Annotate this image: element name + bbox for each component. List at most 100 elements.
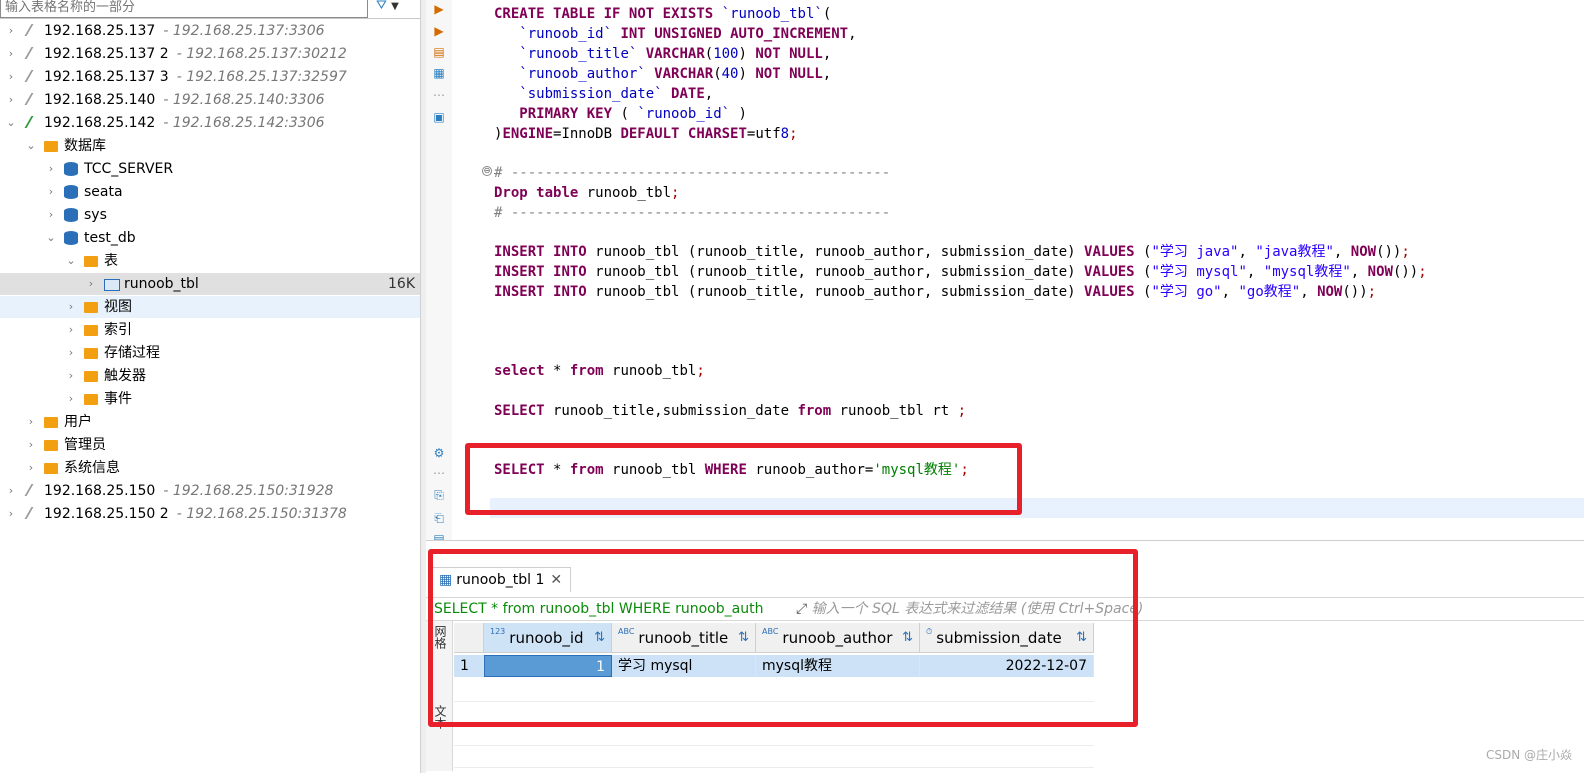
code-line: `submission_date` DATE, (519, 86, 714, 102)
chevron-right-icon[interactable]: › (26, 457, 36, 479)
text-view-tab[interactable]: 文本 (432, 705, 449, 729)
code-line: CREATE TABLE IF NOT EXISTS `runoob_tbl`( (494, 6, 832, 22)
result-tab[interactable]: ▦ runoob_tbl 1 ✕ (430, 567, 572, 592)
tree-folder-events[interactable]: › 事件 (0, 388, 420, 410)
chevron-right-icon[interactable]: › (66, 296, 76, 318)
chevron-right-icon[interactable]: › (66, 388, 76, 410)
tree-folder-sysinfo[interactable]: › 系统信息 (0, 457, 420, 479)
chevron-right-icon[interactable]: › (26, 434, 36, 456)
chevron-down-icon[interactable]: ⌄ (46, 227, 56, 249)
table-cell[interactable]: mysql教程 (756, 655, 920, 677)
empty-row (454, 745, 1094, 768)
sql-editor[interactable]: ⊖ CREATE TABLE IF NOT EXISTS `runoob_tbl… (452, 0, 1584, 520)
more-icon[interactable]: ⋯ (432, 88, 446, 102)
chevron-right-icon[interactable]: › (66, 319, 76, 341)
execute-script-icon[interactable]: ▤ (432, 45, 446, 59)
expand-icon[interactable]: ⤢ (796, 601, 807, 617)
editor-gutter (452, 0, 490, 520)
folder-icon (84, 371, 98, 382)
text-type-icon: ABC (762, 627, 779, 636)
tree-database[interactable]: › sys (0, 204, 420, 226)
connection-icon (24, 93, 40, 105)
chevron-right-icon[interactable]: › (6, 43, 16, 65)
tree-item-label: 192.168.25.142 (44, 115, 156, 131)
chevron-right-icon[interactable]: › (6, 503, 16, 525)
import-icon[interactable]: ⎗ (432, 511, 446, 525)
connection-icon (24, 47, 40, 59)
chevron-right-icon[interactable]: › (6, 480, 16, 502)
tree-folder-indexes[interactable]: › 索引 (0, 319, 420, 341)
sort-filter-icon[interactable]: ⇅ (1076, 623, 1087, 653)
filter-dropdown-button[interactable]: ⛛ ▼ (376, 0, 420, 16)
settings-icon[interactable]: ⚙ (432, 446, 446, 460)
table-cell[interactable]: 学习 mysql (612, 655, 756, 677)
fold-toggle-icon[interactable]: ⊖ (482, 166, 492, 176)
tree-item-label: 192.168.25.137 (44, 23, 156, 39)
tree-connection[interactable]: › 192.168.25.150 - 192.168.25.150:31928 (0, 480, 420, 502)
tree-folder-users[interactable]: › 用户 (0, 411, 420, 433)
tree-connection[interactable]: › 192.168.25.137 3 - 192.168.25.137:32597 (0, 66, 420, 88)
chevron-right-icon[interactable]: › (46, 158, 56, 180)
tree-database[interactable]: ⌄ test_db (0, 227, 420, 249)
tree-folder-tables[interactable]: ⌄ 表 (0, 250, 420, 272)
execute-new-tab-icon[interactable]: ▶ (432, 24, 446, 38)
chevron-right-icon[interactable]: › (86, 273, 96, 295)
tree-folder-databases[interactable]: ⌄ 数据库 (0, 135, 420, 157)
export-icon[interactable]: ⎘ (432, 488, 446, 502)
explain-plan-icon[interactable]: ▦ (432, 66, 446, 80)
column-header[interactable]: ABC runoob_title ⇅ (612, 623, 756, 653)
close-icon[interactable]: ✕ (550, 572, 562, 588)
sort-filter-icon[interactable]: ⇅ (738, 623, 749, 653)
row-number[interactable]: 1 (454, 655, 484, 677)
folder-icon (84, 394, 98, 405)
table-filter-input[interactable] (0, 0, 368, 18)
terminal-icon[interactable]: ▣ (432, 110, 446, 124)
tree-table-selected[interactable]: › runoob_tbl 16K (0, 273, 420, 295)
chevron-right-icon[interactable]: › (66, 342, 76, 364)
chevron-right-icon[interactable]: › (26, 411, 36, 433)
tree-connection[interactable]: › 192.168.25.140 - 192.168.25.140:3306 (0, 89, 420, 111)
chevron-right-icon[interactable]: › (6, 20, 16, 42)
result-filter-input[interactable]: ⤢ 输入一个 SQL 表达式来过滤结果 (使用 Ctrl+Space) (796, 598, 1143, 620)
tree-connection[interactable]: › 192.168.25.137 2 - 192.168.25.137:30212 (0, 43, 420, 65)
view-folder-icon (84, 302, 98, 313)
tree-folder-triggers[interactable]: › 触发器 (0, 365, 420, 387)
table-cell-selected[interactable]: 1 (484, 655, 612, 677)
tree-database[interactable]: › TCC_SERVER (0, 158, 420, 180)
chevron-right-icon[interactable]: › (46, 204, 56, 226)
tree-item-label: sys (84, 207, 107, 223)
chevron-down-icon[interactable]: ⌄ (6, 112, 16, 134)
chevron-down-icon[interactable]: ⌄ (66, 250, 76, 272)
tree-connection[interactable]: › 192.168.25.137 - 192.168.25.137:3306 (0, 20, 420, 42)
tree-item-sublabel: - 192.168.25.140:3306 (163, 92, 325, 108)
grid-view-tab[interactable]: 网格 (432, 625, 449, 649)
sort-filter-icon[interactable]: ⇅ (594, 623, 605, 653)
execute-statement-icon[interactable]: ▶ (432, 2, 446, 16)
tree-folder-views[interactable]: › 视图 (0, 296, 420, 318)
column-header[interactable]: ⏱ submission_date ⇅ (920, 623, 1094, 653)
tree-folder-procedures[interactable]: › 存储过程 (0, 342, 420, 364)
tree-connection[interactable]: › 192.168.25.150 2 - 192.168.25.150:31378 (0, 503, 420, 525)
column-header[interactable]: 123 runoob_id ⇅ (484, 623, 612, 653)
sort-filter-icon[interactable]: ⇅ (902, 623, 913, 653)
chevron-right-icon[interactable]: › (6, 66, 16, 88)
code-line: INSERT INTO runoob_tbl (runoob_title, ru… (494, 244, 1410, 260)
chevron-down-icon[interactable]: ⌄ (26, 135, 36, 157)
tree-item-label: seata (84, 184, 123, 200)
connection-icon (24, 70, 40, 82)
chevron-right-icon[interactable]: › (66, 365, 76, 387)
tree-folder-admin[interactable]: › 管理员 (0, 434, 420, 456)
result-view-switcher: 网格 文本 (426, 621, 453, 771)
tree-item-label: 192.168.25.150 2 (44, 506, 169, 522)
more-icon[interactable]: ⋯ (432, 466, 446, 480)
chevron-right-icon[interactable]: › (46, 181, 56, 203)
tree-database[interactable]: › seata (0, 181, 420, 203)
folder-icon (84, 325, 98, 336)
tree-item-label: 192.168.25.140 (44, 92, 156, 108)
tree-item-label: 管理员 (64, 437, 106, 453)
tree-connection[interactable]: ⌄ 192.168.25.142 - 192.168.25.142:3306 (0, 112, 420, 134)
table-cell[interactable]: 2022-12-07 (920, 655, 1094, 677)
column-header[interactable]: ABC runoob_author ⇅ (756, 623, 920, 653)
chevron-right-icon[interactable]: › (6, 89, 16, 111)
tree-item-sublabel: - 192.168.25.150:31928 (163, 483, 334, 499)
